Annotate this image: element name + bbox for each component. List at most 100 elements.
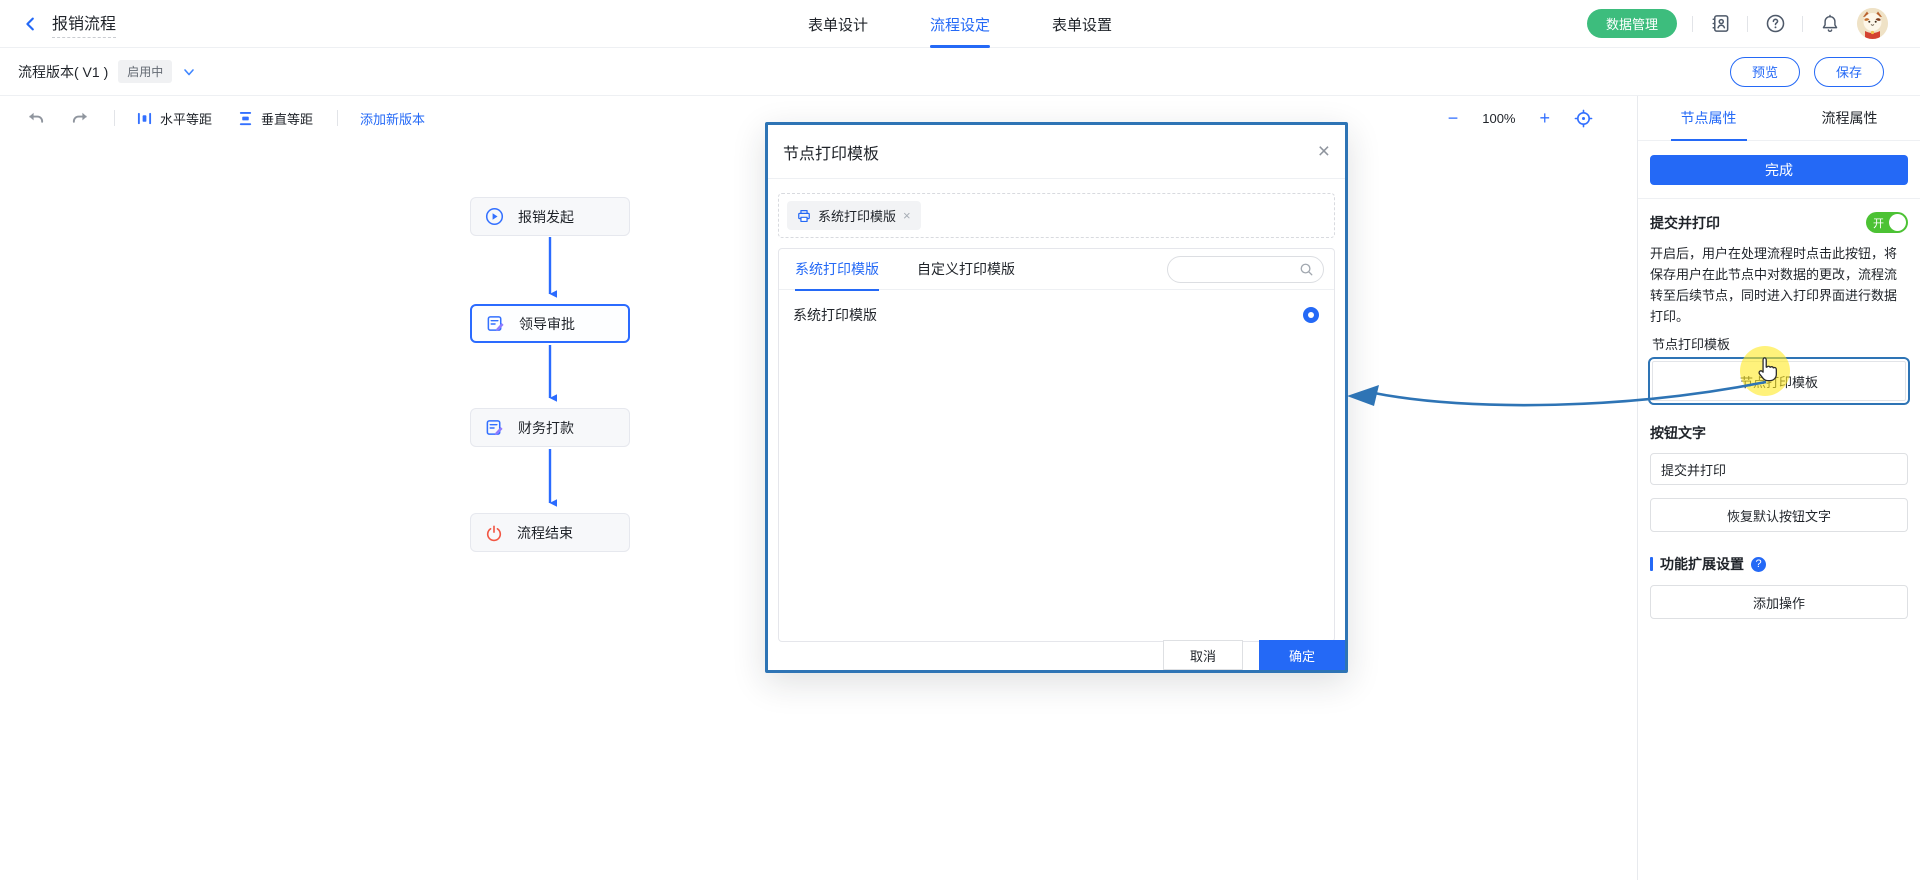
preview-button[interactable]: 预览 <box>1730 57 1800 87</box>
done-button[interactable]: 完成 <box>1650 155 1908 185</box>
undo-button[interactable] <box>26 110 45 126</box>
selected-templates-box: 系统打印模版 × <box>778 193 1335 238</box>
divider <box>768 178 1345 179</box>
divider <box>1747 16 1748 32</box>
submit-print-description: 开启后，用户在处理流程时点击此按钮，将保存用户在此节点中对数据的更改，流程流转至… <box>1650 243 1908 327</box>
button-text-label: 按钮文字 <box>1650 423 1908 443</box>
version-bar-actions: 预览 保存 <box>1730 57 1884 87</box>
vertical-equal-label: 垂直等距 <box>261 109 313 128</box>
divider <box>1692 16 1693 32</box>
divider <box>337 110 338 126</box>
top-bar: 报销流程 表单设计 流程设定 表单设置 数据管理 <box>0 0 1920 48</box>
contacts-button[interactable] <box>1708 12 1732 36</box>
flow-node-start[interactable]: 报销发起 <box>470 197 630 236</box>
radio-selected[interactable] <box>1303 307 1319 323</box>
tab-custom-template[interactable]: 自定义打印模版 <box>917 249 1015 290</box>
redo-icon <box>71 110 90 126</box>
submit-print-toggle[interactable]: 开 <box>1866 212 1908 233</box>
zoom-level: 100% <box>1482 111 1515 126</box>
help-button[interactable] <box>1763 12 1787 36</box>
cancel-button[interactable]: 取消 <box>1163 640 1243 670</box>
version-dropdown[interactable] <box>182 65 196 79</box>
button-text-input[interactable] <box>1650 453 1908 485</box>
add-action-button[interactable]: 添加操作 <box>1650 585 1908 619</box>
chip-label: 系统打印模版 <box>818 206 896 225</box>
toggle-knob <box>1889 214 1906 231</box>
node-label: 财务打款 <box>518 418 574 438</box>
horizontal-equal-label: 水平等距 <box>160 109 212 128</box>
flow-node-approval[interactable]: 领导审批 <box>470 304 630 343</box>
crosshair-icon <box>1574 109 1593 128</box>
add-version-link[interactable]: 添加新版本 <box>360 109 425 128</box>
tab-form-settings[interactable]: 表单设置 <box>1052 0 1112 48</box>
horizontal-equal-button[interactable]: 水平等距 <box>137 109 212 128</box>
version-label: 流程版本( V1 ) <box>18 62 108 82</box>
node-template-button[interactable]: 节点打印模板 <box>1652 361 1906 401</box>
chip-remove-button[interactable]: × <box>903 208 911 223</box>
undo-icon <box>26 110 45 126</box>
search-box <box>1167 256 1324 283</box>
node-template-label: 节点打印模板 <box>1652 334 1908 353</box>
data-manage-button[interactable]: 数据管理 <box>1587 9 1677 38</box>
zoom-in-button[interactable]: + <box>1539 109 1550 127</box>
node-label: 流程结束 <box>517 523 573 543</box>
divider <box>1638 198 1920 199</box>
modal-title: 节点打印模板 <box>783 140 879 164</box>
toggle-on-label: 开 <box>1873 215 1884 231</box>
avatar[interactable] <box>1857 8 1888 39</box>
fit-view-button[interactable] <box>1574 109 1593 128</box>
zoom-out-button[interactable]: − <box>1448 109 1459 127</box>
divider <box>114 110 115 126</box>
help-icon <box>1765 13 1786 34</box>
play-icon <box>485 207 504 226</box>
horizontal-equal-icon <box>137 111 152 126</box>
confirm-button[interactable]: 确定 <box>1259 640 1345 670</box>
template-chip[interactable]: 系统打印模版 × <box>787 201 921 230</box>
extension-label: 功能扩展设置 <box>1660 554 1744 574</box>
version-bar: 流程版本( V1 ) 启用中 预览 保存 <box>0 48 1920 96</box>
printer-icon <box>797 209 811 223</box>
extension-header: 功能扩展设置 ? <box>1650 554 1908 574</box>
tab-flow-setting[interactable]: 流程设定 <box>930 0 990 48</box>
contacts-icon <box>1710 13 1731 34</box>
tab-flow-properties[interactable]: 流程属性 <box>1779 96 1920 140</box>
panel-tabs: 节点属性 流程属性 <box>1638 96 1920 141</box>
approval-doc-icon <box>486 314 505 333</box>
modal-footer: 取消 确定 <box>1163 640 1345 670</box>
help-circle-icon[interactable]: ? <box>1751 557 1766 572</box>
save-button[interactable]: 保存 <box>1814 57 1884 87</box>
zoom-controls: − 100% + <box>1448 109 1593 128</box>
template-item-label: 系统打印模版 <box>793 305 877 325</box>
vertical-equal-button[interactable]: 垂直等距 <box>238 109 313 128</box>
bell-icon <box>1820 13 1840 34</box>
template-picker: 系统打印模版 自定义打印模版 系统打印模版 <box>778 248 1335 642</box>
section-bar <box>1650 557 1653 571</box>
page-title[interactable]: 报销流程 <box>52 10 116 38</box>
notification-button[interactable] <box>1818 12 1842 36</box>
divider <box>1802 16 1803 32</box>
search-icon <box>1299 262 1314 277</box>
vertical-equal-icon <box>238 111 253 126</box>
status-badge: 启用中 <box>118 60 172 83</box>
power-icon <box>485 524 503 542</box>
restore-default-button[interactable]: 恢复默认按钮文字 <box>1650 498 1908 532</box>
top-right-actions: 数据管理 <box>1587 8 1888 39</box>
chevron-down-icon <box>182 65 196 79</box>
flow-node-end[interactable]: 流程结束 <box>470 513 630 552</box>
tab-system-template[interactable]: 系统打印模版 <box>795 249 879 290</box>
search-input[interactable] <box>1168 263 1299 277</box>
properties-panel: 节点属性 流程属性 完成 提交并打印 开 开启后，用户在处理流程时点击此按钮，将… <box>1637 96 1920 880</box>
tab-form-design[interactable]: 表单设计 <box>808 0 868 48</box>
chevron-left-icon <box>22 15 40 33</box>
node-print-template-modal: 节点打印模板 × 系统打印模版 × 系统打印模版 自定义打印模版 系统打印模版 … <box>765 122 1348 673</box>
avatar-cat-image <box>1857 8 1888 39</box>
tab-node-properties[interactable]: 节点属性 <box>1638 96 1779 140</box>
template-list-item[interactable]: 系统打印模版 <box>779 290 1334 325</box>
header-tabs: 表单设计 流程设定 表单设置 <box>808 0 1112 48</box>
payment-doc-icon <box>485 418 504 437</box>
back-button[interactable] <box>22 15 40 33</box>
modal-close-button[interactable]: × <box>1318 141 1330 162</box>
redo-button[interactable] <box>71 110 90 126</box>
submit-print-label: 提交并打印 <box>1650 213 1720 233</box>
flow-node-payment[interactable]: 财务打款 <box>470 408 630 447</box>
